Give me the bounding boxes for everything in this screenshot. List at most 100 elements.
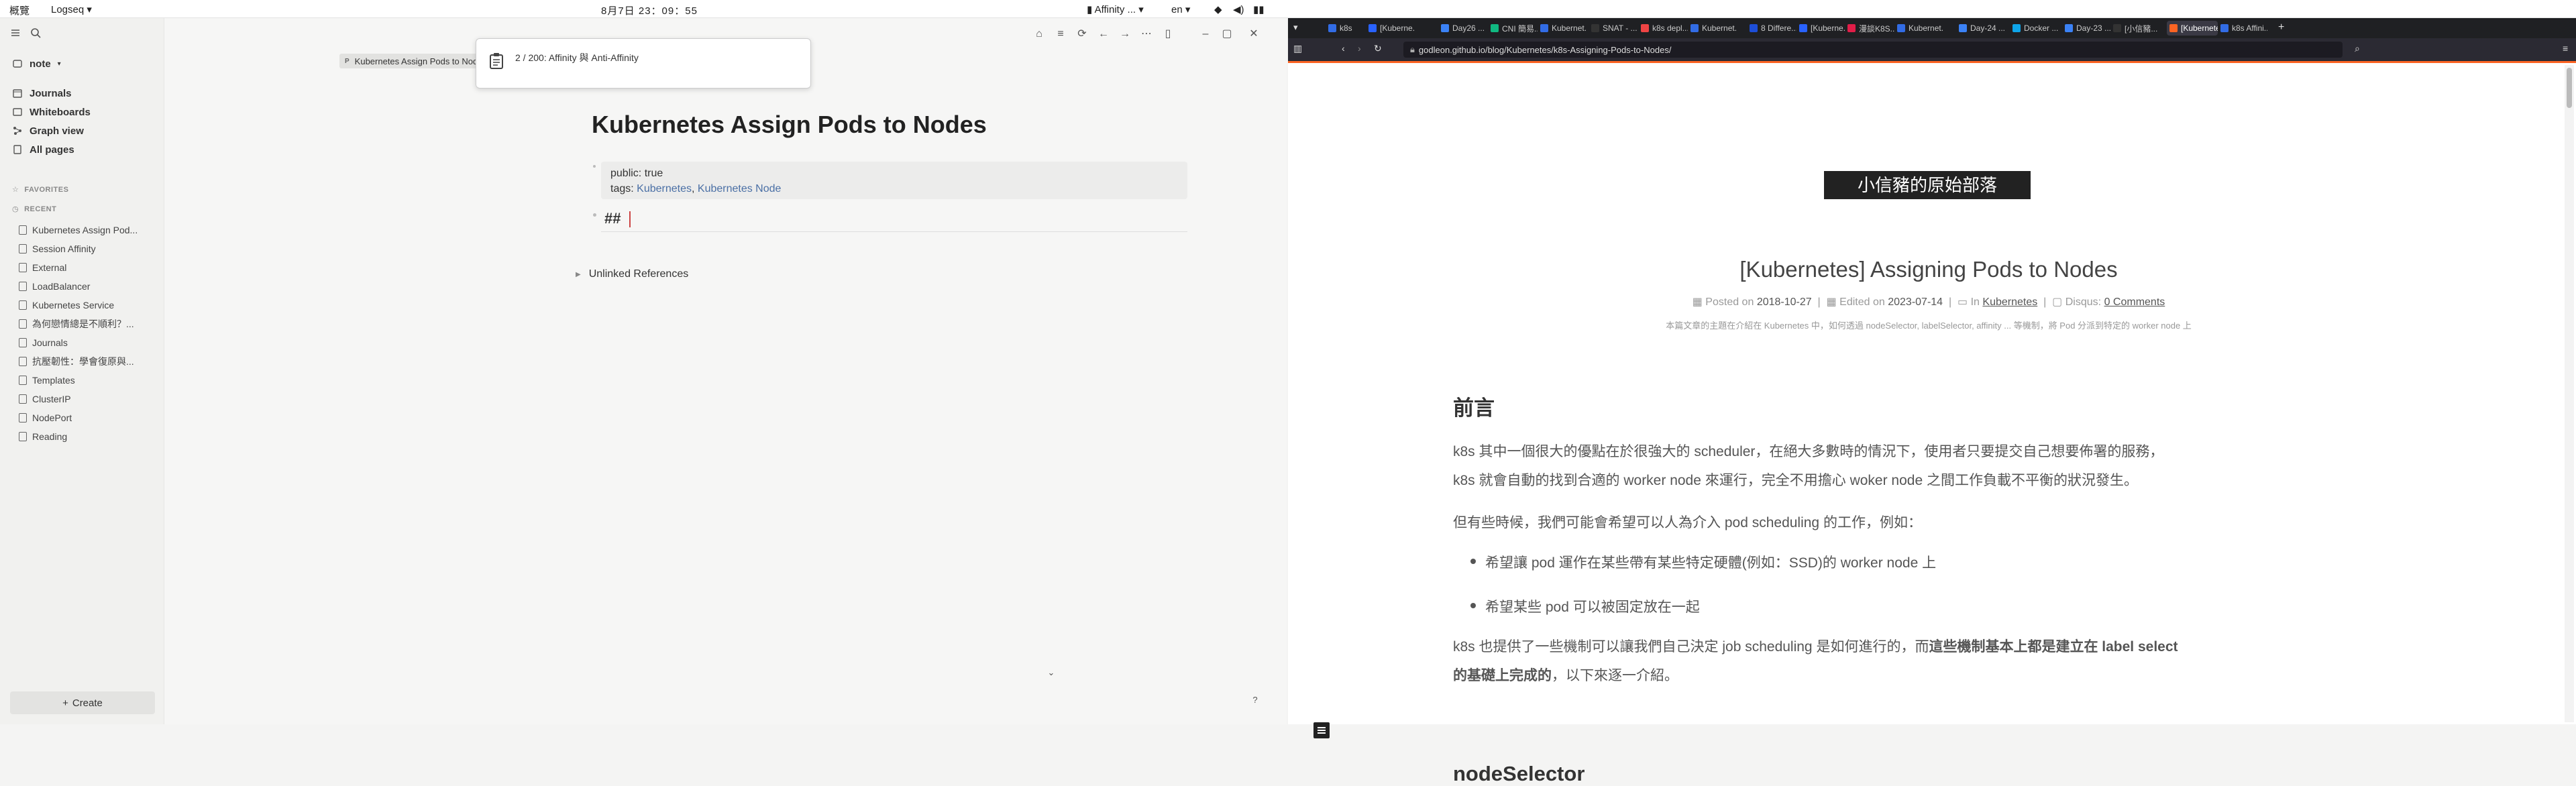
browser-tab[interactable]: SNAT - ... — [1591, 21, 1638, 36]
forward-icon[interactable]: › — [1358, 43, 1361, 54]
browser-tab[interactable]: [Kuberne... — [1799, 21, 1846, 36]
new-tab-button[interactable]: + — [2278, 21, 2284, 34]
page-icon — [19, 338, 27, 347]
recent-item[interactable]: Kubernetes Assign Pod... — [19, 223, 138, 237]
forward-icon[interactable]: → — [1118, 27, 1132, 42]
site-brand[interactable]: 小信豬的原始部落 — [1824, 171, 2031, 199]
lock-icon: 🔒︎ — [1410, 44, 1415, 54]
browser-tab[interactable]: Day-23 ... — [2065, 21, 2112, 36]
recent-item[interactable]: NodePort — [19, 410, 72, 425]
unlinked-references-toggle[interactable]: ▶ Unlinked References — [576, 268, 688, 280]
firefox-view-icon[interactable]: ▾ — [1293, 22, 1298, 33]
recent-item[interactable]: Session Affinity — [19, 241, 96, 256]
recent-header[interactable]: ◷ RECENT — [12, 205, 56, 214]
category-link[interactable]: Kubernetes — [1982, 296, 2037, 308]
browser-tab[interactable]: 8 Differe... — [1750, 21, 1796, 36]
minimize-icon[interactable]: – — [1198, 27, 1213, 42]
language-selector[interactable]: en ▾ — [1171, 3, 1190, 15]
close-window-icon[interactable]: ✕ — [1246, 27, 1261, 42]
right-sidebar-icon[interactable]: ▯ — [1161, 27, 1175, 42]
browser-tab-label: k8s — [1340, 23, 1352, 33]
recent-item[interactable]: Kubernetes Service — [19, 298, 114, 313]
search-icon[interactable]: ⌕ — [2355, 43, 2360, 54]
post-title[interactable]: [Kubernetes] Assigning Pods to Nodes — [1288, 257, 2569, 282]
recent-item-label: External — [32, 262, 67, 273]
scrollbar[interactable] — [2565, 65, 2574, 722]
browser-tab[interactable]: [Kubernetes — [2167, 21, 2218, 36]
property-public: public: true — [610, 166, 1178, 181]
browser-tab[interactable]: [小信豬... — [2113, 21, 2160, 36]
nav-label: Whiteboards — [30, 106, 91, 118]
nav-all-pages[interactable]: All pages — [12, 142, 74, 158]
page-icon — [19, 432, 27, 441]
browser-tab[interactable]: 漫談K8S... — [1847, 21, 1894, 36]
browser-tab[interactable]: Kubernet... — [1690, 21, 1737, 36]
browser-tab[interactable]: k8s depl... — [1641, 21, 1688, 36]
logseq-window: note ▾ Journals Whiteboards Graph view Al… — [0, 18, 1287, 724]
browser-tab[interactable]: Kubernet... — [1540, 21, 1587, 36]
sync-icon[interactable]: ⟳ — [1075, 27, 1089, 42]
workspace-selector[interactable]: note ▾ — [12, 56, 61, 72]
recent-item[interactable]: ClusterIP — [19, 392, 71, 406]
toc-menu-icon[interactable] — [1313, 722, 1330, 738]
menu-icon[interactable]: ≡ — [2563, 43, 2568, 54]
recent-item[interactable]: LoadBalancer — [19, 279, 90, 294]
volume-icon[interactable]: ◀) — [1233, 3, 1244, 15]
back-icon[interactable]: ‹ — [1342, 43, 1345, 54]
editing-block[interactable]: ## — [604, 210, 621, 227]
block-bullet[interactable] — [593, 165, 596, 168]
recent-item[interactable]: 抗壓韌性：學會復原與... — [19, 354, 134, 369]
page-title[interactable]: Kubernetes Assign Pods to Nodes — [592, 111, 987, 139]
back-icon[interactable]: ← — [1096, 27, 1111, 42]
browser-tab[interactable]: Day26 ... — [1441, 21, 1488, 36]
browser-tab-label: Day-24 ... — [1970, 23, 2006, 33]
recent-item[interactable]: External — [19, 260, 66, 275]
search-icon[interactable] — [30, 27, 42, 39]
recent-item[interactable]: 為何戀情總是不順利？... — [19, 317, 134, 331]
help-button[interactable]: ? — [1248, 693, 1263, 708]
favicon-icon — [2012, 24, 2021, 32]
list-icon[interactable]: ≡ — [1053, 27, 1068, 42]
browser-tab[interactable]: Kubernet... — [1897, 21, 1944, 36]
nav-whiteboards[interactable]: Whiteboards — [12, 104, 91, 120]
sidebar-toggle-icon[interactable] — [9, 27, 21, 39]
tag-link[interactable]: Kubernetes Node — [698, 183, 782, 194]
recent-item[interactable]: Journals — [19, 335, 68, 350]
activities-button[interactable]: 概覽 — [9, 3, 30, 17]
browser-tab[interactable]: k8s Affini... — [2220, 21, 2267, 36]
block-bullet[interactable] — [593, 213, 596, 217]
scrollbar-thumb[interactable] — [2567, 68, 2572, 108]
clock[interactable]: 8月7日 23：09：55 — [601, 3, 698, 17]
scroll-down-icon[interactable]: ⌄ — [1044, 665, 1059, 680]
create-button[interactable]: + Create — [10, 691, 155, 714]
more-icon[interactable]: ⋯ — [1139, 27, 1154, 42]
recent-item[interactable]: Templates — [19, 373, 75, 388]
battery-icon[interactable]: ▮▮ — [1253, 3, 1265, 15]
reload-icon[interactable]: ↻ — [1374, 43, 1382, 54]
favorites-header[interactable]: ☆ FAVORITES — [12, 185, 68, 194]
sidebar-icon[interactable]: ▥ — [1293, 43, 1302, 54]
browser-tab[interactable]: [Kuberne... — [1368, 21, 1415, 36]
search-result-popup[interactable]: 2 / 200: Affinity 與 Anti-Affinity — [476, 38, 811, 89]
wifi-icon[interactable]: ◆ — [1214, 3, 1222, 15]
tag-link[interactable]: Kubernetes — [637, 183, 692, 194]
nav-graph-view[interactable]: Graph view — [12, 123, 84, 139]
page-properties-block[interactable]: public: true tags: Kubernetes, Kubernete… — [601, 162, 1187, 199]
affinity-indicator[interactable]: ▮ Affinity ... ▾ — [1087, 3, 1144, 15]
nav-journals[interactable]: Journals — [12, 85, 72, 101]
page-icon — [19, 300, 27, 310]
browser-tab[interactable]: CNI 簡易... — [1491, 21, 1538, 36]
home-icon[interactable]: ⌂ — [1032, 27, 1046, 42]
app-menu-label: Logseq — [51, 4, 85, 15]
recent-item-label: 抗壓韌性：學會復原與... — [32, 356, 134, 367]
maximize-icon[interactable]: ▢ — [1220, 27, 1234, 42]
navigation-toolbar: ▥ ‹ › ↻ 🔒︎ godleon.github.io/blog/Kuberne… — [1288, 38, 2576, 61]
comments-link[interactable]: 0 Comments — [2104, 296, 2165, 308]
browser-tab-label: [Kubernetes — [2181, 23, 2218, 33]
address-bar[interactable]: 🔒︎ godleon.github.io/blog/Kubernetes/k8s-… — [1403, 42, 2343, 58]
recent-item[interactable]: Reading — [19, 429, 67, 444]
browser-tab[interactable]: Day-24 ... — [1959, 21, 2006, 36]
app-menu[interactable]: Logseq ▾ — [51, 3, 92, 15]
pages-icon — [12, 144, 23, 155]
browser-tab[interactable]: Docker ... — [2012, 21, 2059, 36]
